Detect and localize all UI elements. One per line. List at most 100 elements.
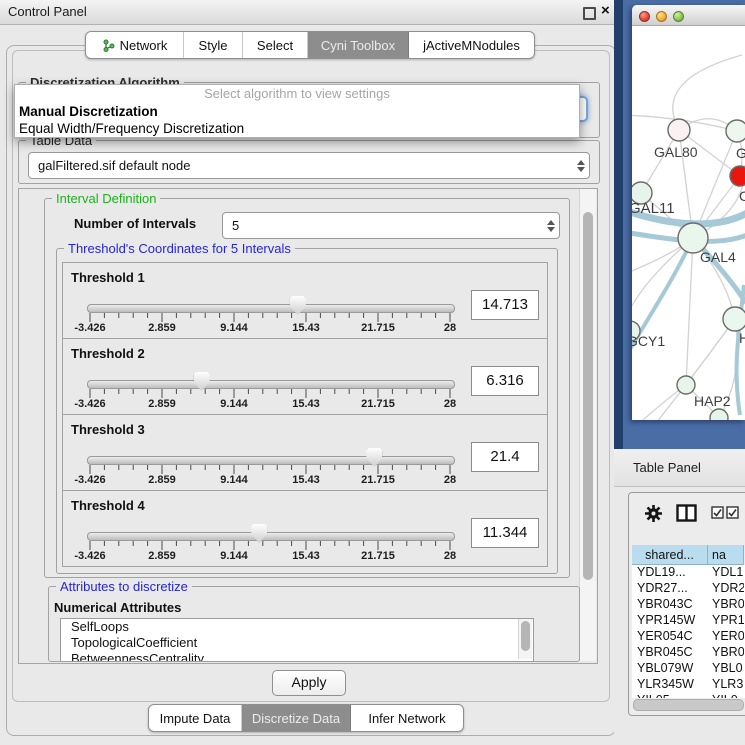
tab-jactivemnodules[interactable]: jActiveMNodules xyxy=(409,32,534,58)
threshold-value-field[interactable]: 6.316 xyxy=(471,366,539,396)
table-row[interactable]: YLR345WYLR3 xyxy=(632,677,745,693)
cell-shared-name[interactable]: YBL079W xyxy=(632,661,708,677)
settings-vertical-scrollbar[interactable] xyxy=(579,189,596,661)
cell-name[interactable]: YER0 xyxy=(708,629,744,645)
node-gal80[interactable] xyxy=(668,119,690,141)
settings-scrollbar-thumb[interactable] xyxy=(583,212,593,580)
cell-name[interactable]: YBR0 xyxy=(708,597,744,613)
node-red-selected[interactable] xyxy=(730,166,745,186)
node-partial-top-right[interactable] xyxy=(726,120,745,142)
checkbox-checked-icon-2[interactable] xyxy=(726,506,739,519)
cell-shared-name[interactable]: YBR045C xyxy=(632,645,708,661)
list-item-betweennesscentrality[interactable]: BetweennessCentrality xyxy=(61,651,533,662)
attributes-list-scrollbar[interactable] xyxy=(518,619,532,659)
cell-shared-name[interactable]: YDL19... xyxy=(632,565,708,581)
cell-shared-name[interactable]: YBR043C xyxy=(632,597,708,613)
close-traffic-light-icon[interactable] xyxy=(639,11,650,22)
list-item-selfloops[interactable]: SelfLoops xyxy=(61,619,533,635)
threshold-value-field[interactable]: 21.4 xyxy=(471,442,539,472)
tab-style[interactable]: Style xyxy=(184,32,243,58)
table-row[interactable]: YDL19...YDL1 xyxy=(632,565,745,581)
threshold-label: Threshold 2 xyxy=(71,346,145,361)
table-horizontal-scrollbar[interactable] xyxy=(633,699,744,711)
slider-ticks xyxy=(87,313,453,324)
tab-select[interactable]: Select xyxy=(243,32,308,58)
number-of-intervals-combobox[interactable]: 5 xyxy=(222,212,560,239)
cell-name[interactable]: YBL0 xyxy=(708,661,744,677)
node-partial-bottom[interactable] xyxy=(710,409,728,420)
screen: Control Panel × Network Style Select Cyn… xyxy=(0,0,745,745)
table-row[interactable]: YER054CYER0 xyxy=(632,629,745,645)
slider-scale-label: -3.426 xyxy=(74,474,105,486)
column-header-shared-name[interactable]: shared... xyxy=(632,545,708,565)
table-row[interactable]: YDR27...YDR2 xyxy=(632,581,745,597)
cell-name[interactable]: YBR0 xyxy=(708,645,744,661)
minimize-traffic-light-icon[interactable] xyxy=(656,11,667,22)
cell-name[interactable]: YPR1 xyxy=(708,613,744,629)
cell-shared-name[interactable]: YER054C xyxy=(632,629,708,645)
gear-icon[interactable] xyxy=(644,504,663,523)
checkbox-checked-icon[interactable] xyxy=(711,506,724,519)
tab-cyni-toolbox[interactable]: Cyni Toolbox xyxy=(308,32,409,58)
cell-name[interactable]: YLR3 xyxy=(708,677,744,693)
network-canvas[interactable]: GAL80 G. C GAL11 GAL4 GCY1 H HAP2 xyxy=(632,25,745,420)
slider-scale-label: 15.43 xyxy=(292,398,320,410)
attributes-scrollbar-thumb[interactable] xyxy=(521,621,530,651)
network-nodes[interactable] xyxy=(632,119,745,420)
cyni-mode-tabs: Impute Data Discretize Data Infer Networ… xyxy=(148,704,464,732)
node-h[interactable] xyxy=(723,307,745,331)
apply-button[interactable]: Apply xyxy=(272,670,346,696)
threshold-slider-track[interactable] xyxy=(87,304,455,313)
zoom-traffic-light-icon[interactable] xyxy=(673,11,684,22)
cell-name[interactable]: YDL1 xyxy=(708,565,744,581)
slider-scale-label: 15.43 xyxy=(292,474,320,486)
table-row-clipped[interactable]: YIL05... YIL0 xyxy=(632,693,745,698)
close-icon[interactable]: × xyxy=(601,2,610,19)
slider-scale-label: 9.144 xyxy=(220,474,248,486)
node-hap2[interactable] xyxy=(677,376,695,394)
table-row[interactable]: YPR145WYPR1 xyxy=(632,613,745,629)
cell-name[interactable]: YDR2 xyxy=(708,581,744,597)
combo-stepper-icon xyxy=(543,220,559,232)
slider-scale-label: 28 xyxy=(444,398,456,410)
threshold-slider-track[interactable] xyxy=(87,456,455,465)
cell-shared-name[interactable]: YLR345W xyxy=(632,677,708,693)
tab-impute-data[interactable]: Impute Data xyxy=(149,705,242,731)
algorithm-dropdown-item-manual[interactable]: Manual Discretization xyxy=(15,103,579,120)
number-of-intervals-label: Number of Intervals xyxy=(74,216,196,231)
slider-ticks xyxy=(87,389,453,400)
node-label-hap2: HAP2 xyxy=(694,393,731,409)
list-item-topologicalcoefficient[interactable]: TopologicalCoefficient xyxy=(61,635,533,651)
algorithm-dropdown-item-equal-width[interactable]: Equal Width/Frequency Discretization xyxy=(15,120,579,137)
table-row[interactable]: YBR045CYBR0 xyxy=(632,645,745,661)
numerical-attributes-list: SelfLoops TopologicalCoefficient Between… xyxy=(60,618,534,662)
slider-scale-label: -3.426 xyxy=(74,550,105,562)
threshold-value-field[interactable]: 14.713 xyxy=(471,290,539,320)
tab-network[interactable]: Network xyxy=(86,32,184,58)
cell-shared-name[interactable]: YPR145W xyxy=(632,613,708,629)
float-window-icon[interactable] xyxy=(583,7,596,20)
threshold-value-field[interactable]: 11.344 xyxy=(471,518,539,548)
tab-cyni-toolbox-label: Cyni Toolbox xyxy=(321,38,395,53)
slider-scale-label: 28 xyxy=(444,322,456,334)
tab-discretize-data[interactable]: Discretize Data xyxy=(242,705,351,731)
threshold-label: Threshold 4 xyxy=(71,498,145,513)
tab-impute-data-label: Impute Data xyxy=(160,711,231,726)
threshold-slider-track[interactable] xyxy=(87,532,455,541)
cell-shared-name[interactable]: YDR27... xyxy=(632,581,708,597)
tab-infer-network[interactable]: Infer Network xyxy=(351,705,463,731)
numerical-attributes-label: Numerical Attributes xyxy=(54,600,181,615)
column-header-name[interactable]: na xyxy=(708,545,744,565)
panel-divider[interactable] xyxy=(614,0,623,449)
table-row[interactable]: YBL079WYBL0 xyxy=(632,661,745,677)
network-view-window[interactable]: GAL80 G. C GAL11 GAL4 GCY1 H HAP2 xyxy=(632,5,745,420)
table-data-combobox[interactable]: galFiltered.sif default node xyxy=(28,152,590,179)
split-table-icon[interactable] xyxy=(676,504,697,522)
attributes-group-title: Attributes to discretize xyxy=(56,579,192,594)
slider-scale-label: 9.144 xyxy=(220,322,248,334)
threshold-panel-2: Threshold 2-3.4262.8599.14415.4321.71528… xyxy=(62,338,548,415)
tab-select-label: Select xyxy=(257,38,293,53)
node-label-gcy1: GCY1 xyxy=(632,333,665,349)
threshold-slider-track[interactable] xyxy=(87,380,455,389)
table-row[interactable]: YBR043CYBR0 xyxy=(632,597,745,613)
